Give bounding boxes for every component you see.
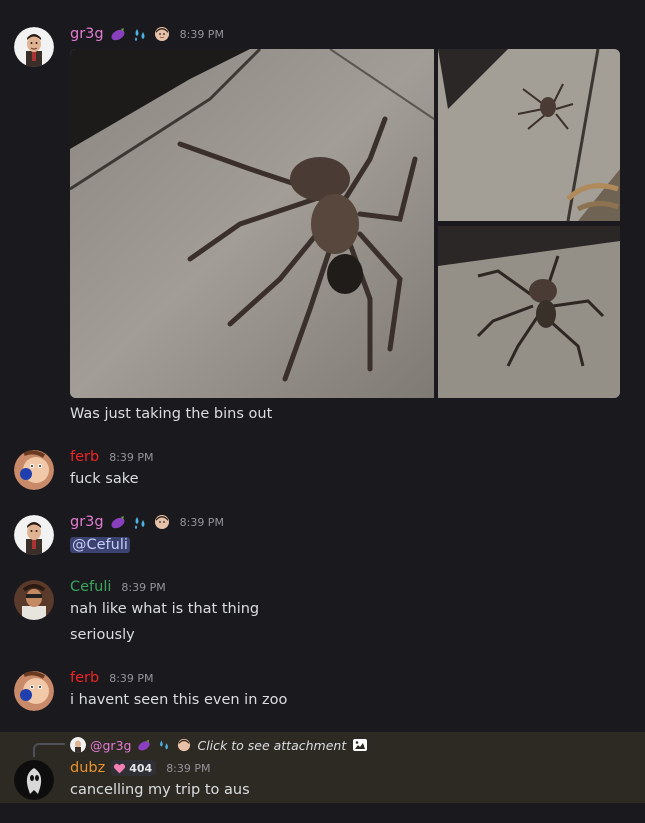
avatar-dubz[interactable] bbox=[14, 760, 54, 800]
spider-photo-top-right[interactable] bbox=[438, 49, 620, 221]
username-ferb[interactable]: ferb bbox=[70, 670, 99, 686]
avatar-gr3g[interactable] bbox=[14, 515, 54, 555]
message-text: Was just taking the bins out bbox=[70, 406, 273, 422]
message-text-line-1: nah like what is that thing bbox=[70, 601, 260, 617]
sweat-droplets-emoji bbox=[132, 26, 148, 42]
guild-tag-label: 404 bbox=[129, 761, 153, 775]
image-icon bbox=[352, 737, 368, 753]
message-text: fuck sake bbox=[70, 471, 139, 487]
sweat-droplets-emoji bbox=[157, 738, 171, 752]
timestamp: 8:39 PM bbox=[166, 761, 211, 775]
reply-avatar bbox=[70, 737, 86, 753]
spider-photo-bottom-right[interactable] bbox=[438, 226, 620, 398]
eggplant-emoji bbox=[137, 738, 151, 752]
heart-icon bbox=[113, 762, 126, 775]
man-face-emoji bbox=[154, 514, 170, 530]
timestamp: 8:39 PM bbox=[179, 27, 224, 41]
username-ferb[interactable]: ferb bbox=[70, 449, 99, 465]
message-text: cancelling my trip to aus bbox=[70, 782, 250, 798]
timestamp: 8:39 PM bbox=[109, 671, 154, 685]
username-cefuli[interactable]: Cefuli bbox=[70, 579, 111, 595]
message-dubz: @gr3g Click to see attachment dubz 404 8… bbox=[0, 732, 645, 803]
eggplant-emoji bbox=[110, 26, 126, 42]
reply-preview[interactable]: @gr3g Click to see attachment bbox=[70, 737, 368, 753]
guild-tag[interactable]: 404 bbox=[111, 760, 157, 776]
message-text: @Cefuli bbox=[70, 537, 130, 553]
reply-connector bbox=[33, 743, 65, 757]
user-mention[interactable]: @Cefuli bbox=[70, 537, 130, 553]
man-face-emoji bbox=[154, 26, 170, 42]
avatar-cefuli[interactable] bbox=[14, 580, 54, 620]
message-text-line-2: seriously bbox=[70, 627, 135, 643]
sweat-droplets-emoji bbox=[132, 514, 148, 530]
timestamp: 8:39 PM bbox=[121, 580, 166, 594]
spider-photo-main[interactable] bbox=[70, 49, 434, 398]
man-face-emoji bbox=[177, 738, 191, 752]
username-gr3g[interactable]: gr3g bbox=[70, 26, 104, 42]
timestamp: 8:39 PM bbox=[109, 450, 154, 464]
username-gr3g[interactable]: gr3g bbox=[70, 514, 104, 530]
avatar-ferb[interactable] bbox=[14, 450, 54, 490]
timestamp: 8:39 PM bbox=[179, 515, 224, 529]
avatar-ferb[interactable] bbox=[14, 671, 54, 711]
avatar-gr3g[interactable] bbox=[14, 27, 54, 67]
message-text: i havent seen this even in zoo bbox=[70, 692, 288, 708]
reply-text[interactable]: Click to see attachment bbox=[197, 738, 346, 753]
eggplant-emoji bbox=[110, 514, 126, 530]
username-dubz[interactable]: dubz bbox=[70, 760, 105, 776]
reply-username[interactable]: @gr3g bbox=[90, 738, 131, 753]
